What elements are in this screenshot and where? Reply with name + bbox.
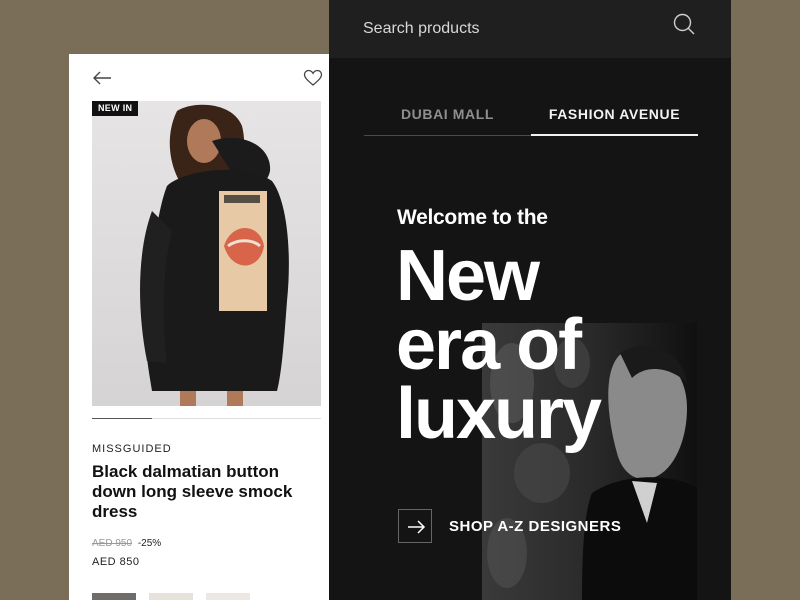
hero-headline: New era of luxury [396, 236, 696, 454]
sale-price: AED 850 [92, 556, 140, 568]
back-arrow-icon[interactable] [91, 68, 113, 88]
original-price: AED 950 [92, 538, 133, 549]
product-header [69, 54, 331, 100]
headline-line-2: era of [396, 305, 582, 385]
price-row: AED 950 -25% [92, 538, 161, 549]
arrow-right-icon [398, 509, 432, 543]
headline-line-1: New [396, 236, 540, 316]
search-input[interactable] [363, 14, 663, 44]
new-in-badge: NEW IN [92, 101, 139, 116]
welcome-text: Welcome to the [397, 206, 548, 229]
location-tabs: DUBAI MALL FASHION AVENUE [364, 100, 698, 136]
product-detail-card: NEW IN MISSGUIDED Black dalmatian button… [69, 54, 331, 600]
search-bar [329, 0, 731, 58]
home-panel: DUBAI MALL FASHION AVENUE Welcome to the… [329, 0, 731, 600]
product-title: Black dalmatian button down long sleeve … [92, 462, 293, 521]
discount-label: -25% [137, 538, 162, 549]
thumbnail-3[interactable] [206, 593, 250, 600]
shop-designers-label: SHOP A-Z DESIGNERS [449, 518, 622, 535]
brand-name[interactable]: MISSGUIDED [92, 443, 172, 455]
image-pager-thumb [92, 418, 152, 419]
thumbnail-1[interactable] [92, 593, 136, 600]
image-pager-indicator [92, 418, 321, 419]
thumbnail-2[interactable] [149, 593, 193, 600]
search-icon[interactable] [672, 12, 696, 36]
heart-icon[interactable] [303, 68, 323, 88]
product-image[interactable]: NEW IN [92, 101, 321, 406]
headline-line-3: luxury [396, 374, 602, 454]
tab-dubai-mall[interactable]: DUBAI MALL [364, 100, 531, 136]
tab-fashion-avenue[interactable]: FASHION AVENUE [531, 100, 698, 136]
product-photo-illustration [140, 104, 289, 406]
